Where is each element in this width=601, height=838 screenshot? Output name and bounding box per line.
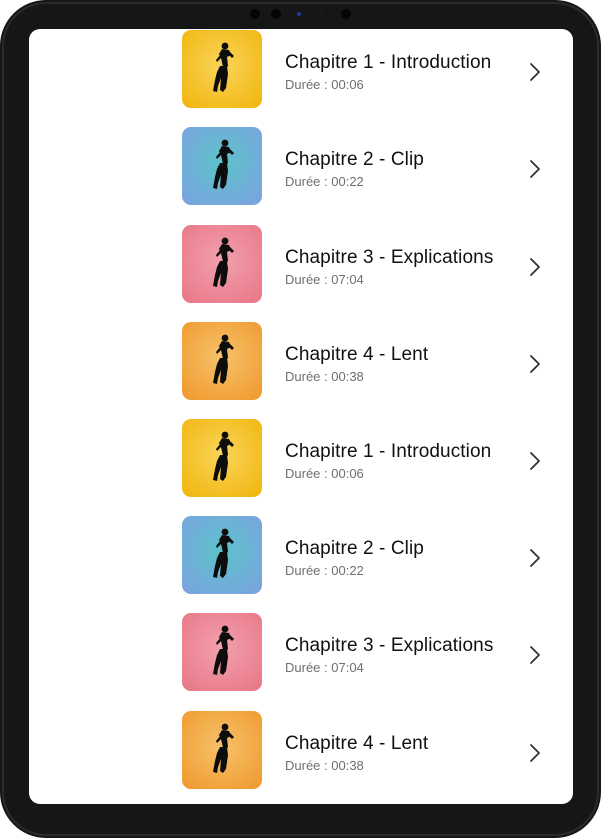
chapter-duration: Durée : 07:04 [285, 660, 364, 675]
chapter-row[interactable]: Chapitre 3 - Explications Durée : 07:04 [29, 225, 573, 305]
chapter-duration: Durée : 07:04 [285, 272, 364, 287]
chevron-right-icon[interactable] [529, 645, 541, 665]
chevron-right-icon[interactable] [529, 257, 541, 277]
chapter-thumbnail [182, 613, 262, 691]
chevron-right-icon[interactable] [529, 743, 541, 763]
chapter-title: Chapitre 3 - Explications [285, 247, 494, 268]
tablet-frame: Chapitre 1 - Introduction Durée : 00:06 Ch… [0, 0, 601, 838]
sensor-icon [250, 9, 260, 19]
chapter-row[interactable]: Chapitre 2 - Clip Durée : 00:22 [29, 516, 573, 596]
chevron-right-icon[interactable] [529, 548, 541, 568]
chapter-title: Chapitre 1 - Introduction [285, 52, 492, 73]
chapter-row[interactable]: Chapitre 4 - Lent Durée : 00:38 [29, 322, 573, 402]
chapter-thumbnail [182, 711, 262, 789]
chapter-title: Chapitre 2 - Clip [285, 538, 424, 559]
chapter-duration: Durée : 00:06 [285, 77, 364, 92]
chevron-right-icon[interactable] [529, 159, 541, 179]
chapter-thumbnail [182, 322, 262, 400]
chapter-row[interactable]: Chapitre 4 - Lent Durée : 00:38 [29, 711, 573, 791]
camera-bar [244, 7, 356, 21]
chapter-title: Chapitre 3 - Explications [285, 635, 494, 656]
chapter-row[interactable]: Chapitre 1 - Introduction Durée : 00:06 [29, 30, 573, 110]
chevron-right-icon[interactable] [529, 354, 541, 374]
chapter-row[interactable]: Chapitre 2 - Clip Durée : 00:22 [29, 127, 573, 207]
chapter-thumbnail [182, 30, 262, 108]
chevron-right-icon[interactable] [529, 451, 541, 471]
chevron-right-icon[interactable] [529, 62, 541, 82]
chapter-row[interactable]: Chapitre 1 - Introduction Durée : 00:06 [29, 419, 573, 499]
camera-indicator-icon [297, 12, 301, 16]
chapter-duration: Durée : 00:38 [285, 369, 364, 384]
chapter-duration: Durée : 00:22 [285, 563, 364, 578]
chapter-thumbnail [182, 225, 262, 303]
chapter-duration: Durée : 00:06 [285, 466, 364, 481]
chapter-thumbnail [182, 516, 262, 594]
camera-icon [271, 9, 281, 19]
chapter-title: Chapitre 1 - Introduction [285, 441, 492, 462]
chapter-title: Chapitre 4 - Lent [285, 733, 429, 754]
chapter-duration: Durée : 00:22 [285, 174, 364, 189]
chapter-thumbnail [182, 127, 262, 205]
sensor-dot-icon [320, 12, 324, 16]
chapter-row[interactable]: Chapitre 3 - Explications Durée : 07:04 [29, 613, 573, 693]
chapter-title: Chapitre 2 - Clip [285, 149, 424, 170]
chapter-duration: Durée : 00:38 [285, 758, 364, 773]
screen: Chapitre 1 - Introduction Durée : 00:06 Ch… [29, 29, 573, 804]
sensor-icon [341, 9, 351, 19]
chapter-title: Chapitre 4 - Lent [285, 344, 429, 365]
chapter-thumbnail [182, 419, 262, 497]
